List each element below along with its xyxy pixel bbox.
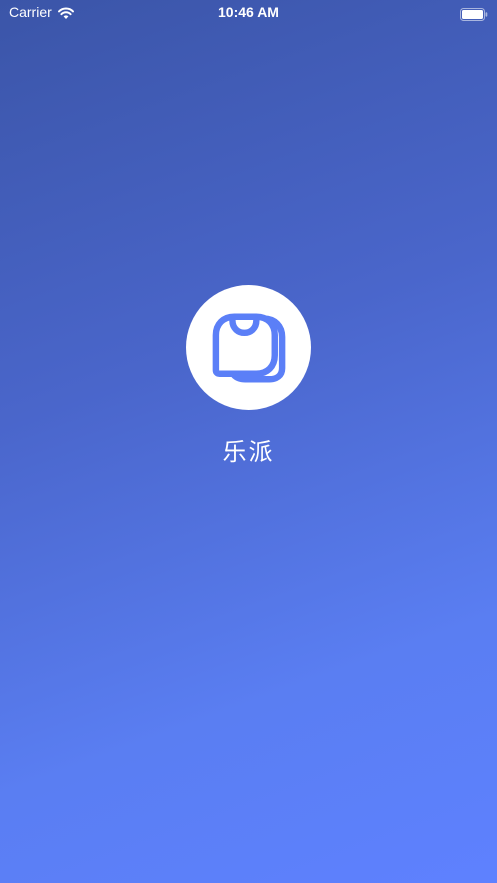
splash-content: 乐派 (0, 285, 497, 467)
status-bar: Carrier 10:46 AM (0, 0, 497, 26)
status-time: 10:46 AM (218, 4, 279, 20)
app-name: 乐派 (222, 438, 275, 466)
battery-icon (460, 6, 488, 21)
app-logo (186, 285, 311, 410)
chat-bubble-logo-icon (212, 313, 285, 382)
